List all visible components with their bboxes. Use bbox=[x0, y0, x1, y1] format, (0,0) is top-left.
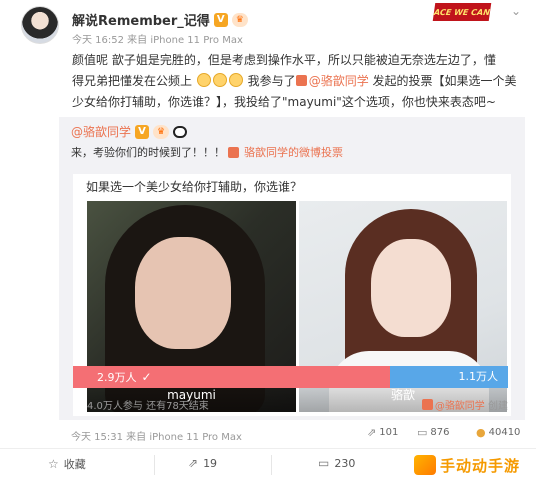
repost-count[interactable]: ⇗ 101 bbox=[367, 426, 398, 439]
repost-vote-link[interactable]: 骆歆同学的微博投票 bbox=[244, 144, 343, 160]
check-icon: ✓ bbox=[141, 370, 152, 384]
post-meta: 今天 16:52 来自 iPhone 11 Pro Max bbox=[72, 35, 243, 46]
poll-option-a-votes: 2.9万人 bbox=[97, 371, 137, 384]
vip-badge-icon: V bbox=[135, 124, 150, 139]
poll-result-bar: 2.9万人 ✓ 1.1万人 bbox=[73, 366, 508, 388]
crown-icon: ♛ bbox=[231, 12, 248, 27]
chevron-down-icon[interactable]: ⌄ bbox=[508, 4, 524, 20]
emoji-icon bbox=[228, 73, 243, 87]
comment-button-count: 230 bbox=[334, 456, 356, 470]
emoji-icon bbox=[212, 73, 227, 87]
action-separator bbox=[271, 455, 272, 475]
poll-option-a-bar[interactable]: 2.9万人 ✓ bbox=[73, 366, 390, 388]
vote-author-link[interactable]: @骆歆同学 bbox=[309, 74, 369, 88]
vote-icon bbox=[228, 146, 239, 158]
poll-option-b-votes: 1.1万人 bbox=[458, 370, 499, 383]
repost-count-value: 101 bbox=[379, 427, 399, 438]
site-watermark: 手动动手游 bbox=[410, 449, 536, 481]
repost-meta: 今天 15:31 来自 iPhone 11 Pro Max bbox=[71, 432, 242, 443]
like-count-value: 40410 bbox=[488, 427, 521, 438]
comment-icon: ▭ bbox=[417, 426, 428, 439]
like-icon: ● bbox=[476, 426, 486, 439]
watermark-text: 手动动手游 bbox=[440, 456, 521, 475]
vip-badge-icon: V bbox=[213, 12, 228, 27]
poll-participants: 4.0万人参与 还有78天结束 bbox=[87, 401, 209, 412]
post-text: 颜值呢 歆子姐是完胜的，但是考虑到操作水平，所以只能被迫无奈选左边了，懂 得兄弟… bbox=[72, 50, 524, 113]
comment-button[interactable]: ▭ 230 bbox=[318, 456, 355, 470]
author-avatar[interactable] bbox=[21, 6, 59, 44]
poll-creator-suffix: 创建 bbox=[488, 401, 508, 412]
comment-count[interactable]: ▭ 876 bbox=[417, 426, 450, 439]
repost-author-row: @骆歆同学 V ♛ bbox=[71, 123, 188, 140]
like-count[interactable]: ● 40410 bbox=[476, 426, 520, 439]
post-text-line-1: 颜值呢 歆子姐是完胜的，但是考虑到操作水平，所以只能被迫无奈选左边了，懂 bbox=[72, 53, 496, 67]
forward-count: 19 bbox=[203, 456, 218, 470]
post-text-line-2: 得兄弟把懂发在公频上 我参与了 @骆歆同学 发起的投票【如果选一个美 bbox=[72, 71, 524, 92]
team-sticker: ACE WE CAN bbox=[432, 3, 492, 21]
emoji-icon bbox=[196, 73, 211, 87]
face-shape bbox=[135, 237, 231, 349]
poll-option-b-bar[interactable]: 1.1万人 bbox=[389, 366, 508, 388]
share-icon: ⇗ bbox=[367, 426, 377, 439]
comment-count-value: 876 bbox=[430, 427, 450, 438]
post-text-segment: 我参与了 bbox=[247, 74, 296, 88]
poll-creator-link[interactable]: @骆歆同学 bbox=[435, 401, 485, 412]
post-text-segment: 得兄弟把懂发在公频上 bbox=[72, 74, 193, 88]
poll-creator: @骆歆同学 创建 bbox=[421, 397, 508, 412]
watermark-logo-icon bbox=[414, 455, 436, 475]
vote-icon bbox=[295, 75, 307, 86]
favorite-button[interactable]: ☆ 收藏 bbox=[48, 456, 86, 472]
author-row: 解说Remember_记得 V ♛ bbox=[72, 10, 248, 29]
crown-icon: ♛ bbox=[153, 124, 170, 139]
repost-text: 来，考验你们的时候到了！！！ bbox=[71, 146, 225, 159]
panda-icon bbox=[173, 125, 188, 138]
poll-question: 如果选一个美少女给你打辅助，你选谁？ bbox=[86, 180, 303, 194]
weibo-post: 解说Remember_记得 V ♛ 今天 16:52 来自 iPhone 11 … bbox=[0, 0, 536, 481]
favorite-label: 收藏 bbox=[63, 458, 86, 471]
comment-icon: ▭ bbox=[318, 456, 330, 470]
forward-button[interactable]: ⇗ 19 bbox=[188, 456, 217, 470]
star-icon: ☆ bbox=[48, 457, 59, 471]
action-separator bbox=[154, 455, 155, 475]
face-shape bbox=[371, 239, 451, 337]
repost-author-name[interactable]: @骆歆同学 bbox=[71, 123, 131, 140]
vote-icon bbox=[421, 399, 433, 410]
repost-text-row: 来，考验你们的时候到了！！！ 骆歆同学的微博投票 bbox=[71, 144, 343, 160]
post-text-line-3: 少女给你打辅助，你选谁？】，我投给了"mayumi"这个选项，你也快来表态吧~ bbox=[72, 95, 496, 109]
author-name[interactable]: 解说Remember_记得 bbox=[72, 10, 210, 29]
post-text-segment: 发起的投票【如果选一个美 bbox=[372, 74, 517, 88]
forward-icon: ⇗ bbox=[188, 456, 199, 470]
